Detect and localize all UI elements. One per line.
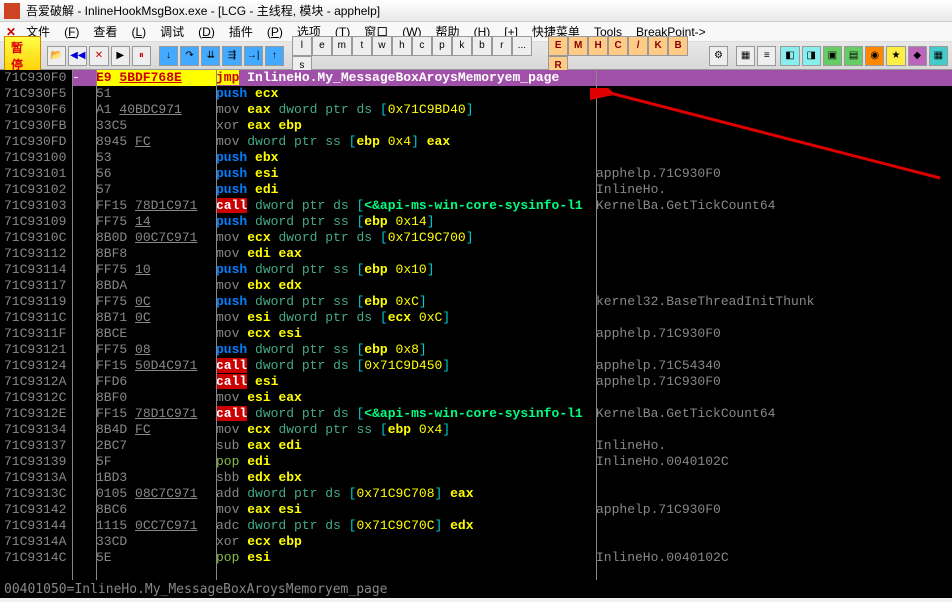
asm-row[interactable]: 71C9313C 0105 08C7C971add dword ptr ds:[… (0, 486, 952, 502)
asm-row[interactable]: 71C930F6 A1 40BDC971mov eax,dword ptr ds… (0, 102, 952, 118)
panel-4[interactable]: ▤ (844, 46, 863, 66)
pause-button[interactable]: ⏸ (132, 46, 151, 66)
view-b[interactable]: b (472, 36, 492, 56)
k-K[interactable]: K (648, 36, 668, 56)
panel-5[interactable]: ◉ (865, 46, 884, 66)
status-text: 00401050=InlineHo.My_MessageBoxAroysMemo… (4, 582, 388, 597)
view-l[interactable]: l (292, 36, 312, 56)
asm-row[interactable]: 71C9311C 8B71 0Cmov esi,dword ptr ds:[ec… (0, 310, 952, 326)
disassembly-view[interactable]: 71C930F0-E9 5BDF768Ejmp InlineHo.My_Mess… (0, 70, 952, 580)
asm-row[interactable]: 71C93139 5Fpop ediInlineHo.0040102C (0, 454, 952, 470)
k-E[interactable]: E (548, 36, 568, 56)
k-B[interactable]: B (668, 36, 688, 56)
view-c[interactable]: c (412, 36, 432, 56)
asm-row[interactable]: 71C93121 FF75 08push dword ptr ss:[ebp+0… (0, 342, 952, 358)
view-h[interactable]: h (392, 36, 412, 56)
asm-row[interactable]: 71C93119 FF75 0Cpush dword ptr ss:[ebp+0… (0, 294, 952, 310)
open-button[interactable]: 📂 (47, 46, 66, 66)
settings-button[interactable]: ⚙ (709, 46, 728, 66)
step-into-button[interactable]: ↓ (159, 46, 178, 66)
view-r[interactable]: r (492, 36, 512, 56)
view-w[interactable]: w (372, 36, 392, 56)
tool-2[interactable]: ≡ (757, 46, 776, 66)
asm-row[interactable]: 71C930FB 33C5xor eax,ebp (0, 118, 952, 134)
asm-row[interactable]: 71C9312C 8BF0mov esi,eax (0, 390, 952, 406)
panel-6[interactable]: ★ (886, 46, 905, 66)
view-e[interactable]: e (312, 36, 332, 56)
toolbar: 暂停 📂 ◀◀ ✕ ▶ ⏸ ↓ ↷ ⇊ ⇶ →| ↑ lemtwhcpkbr..… (0, 42, 952, 70)
view-m[interactable]: m (332, 36, 352, 56)
asm-row[interactable]: 71C93101 56push esiapphelp.71C930F0 (0, 166, 952, 182)
asm-row[interactable]: 71C930FD 8945 FCmov dword ptr ss:[ebp-0x… (0, 134, 952, 150)
trace-over-button[interactable]: ⇶ (222, 46, 241, 66)
view-p[interactable]: p (432, 36, 452, 56)
asm-row[interactable]: 71C93109 FF75 14push dword ptr ss:[ebp+0… (0, 214, 952, 230)
execute-till-button[interactable]: →| (244, 46, 263, 66)
asm-row[interactable]: 71C93114 FF75 10push dword ptr ss:[ebp+0… (0, 262, 952, 278)
restart-button[interactable]: ◀◀ (68, 46, 87, 66)
asm-row[interactable]: 71C9312E FF15 78D1C971call dword ptr ds:… (0, 406, 952, 422)
app-icon (4, 3, 20, 19)
window-title: 吾爱破解 - InlineHookMsgBox.exe - [LCG - 主线程… (26, 2, 380, 19)
k-/[interactable]: / (628, 36, 648, 56)
asm-row[interactable]: 71C93144 1115 0CC7C971adc dword ptr ds:[… (0, 518, 952, 534)
asm-row[interactable]: 71C9310C 8B0D 00C7C971mov ecx,dword ptr … (0, 230, 952, 246)
tool-1[interactable]: ▦ (736, 46, 755, 66)
k-C[interactable]: C (608, 36, 628, 56)
asm-row[interactable]: 71C93134 8B4D FCmov ecx,dword ptr ss:[eb… (0, 422, 952, 438)
step-over-button[interactable]: ↷ (180, 46, 199, 66)
asm-row[interactable]: 71C9311F 8BCEmov ecx,esiapphelp.71C930F0 (0, 326, 952, 342)
asm-row[interactable]: 71C930F0-E9 5BDF768Ejmp InlineHo.My_Mess… (0, 70, 952, 86)
asm-row[interactable]: 71C93117 8BDAmov ebx,edx (0, 278, 952, 294)
asm-row[interactable]: 71C93103 FF15 78D1C971call dword ptr ds:… (0, 198, 952, 214)
trace-into-button[interactable]: ⇊ (201, 46, 220, 66)
panel-8[interactable]: ▦ (929, 46, 948, 66)
asm-row[interactable]: 71C9314A 33CDxor ecx,ebp (0, 534, 952, 550)
k-M[interactable]: M (568, 36, 588, 56)
panel-3[interactable]: ▣ (823, 46, 842, 66)
asm-row[interactable]: 71C93102 57push ediInlineHo. (0, 182, 952, 198)
asm-row[interactable]: 71C93112 8BF8mov edi,eax (0, 246, 952, 262)
panel-7[interactable]: ◆ (908, 46, 927, 66)
k-H[interactable]: H (588, 36, 608, 56)
view-...[interactable]: ... (512, 36, 532, 56)
asm-row[interactable]: 71C9313A 1BD3sbb edx,ebx (0, 470, 952, 486)
menu-debug[interactable]: 调试(D) (160, 23, 215, 40)
menu-view[interactable]: 查看(L) (93, 23, 146, 40)
view-k[interactable]: k (452, 36, 472, 56)
menu-plugin[interactable]: 插件(P) (229, 23, 283, 40)
asm-row[interactable]: 71C93137 2BC7sub eax,ediInlineHo. (0, 438, 952, 454)
asm-row[interactable]: 71C9314C 5Epop esiInlineHo.0040102C (0, 550, 952, 566)
asm-row[interactable]: 71C93100 53push ebx (0, 150, 952, 166)
panel-1[interactable]: ◧ (780, 46, 799, 66)
asm-row[interactable]: 71C9312A FFD6call esiapphelp.71C930F0 (0, 374, 952, 390)
asm-row[interactable]: 71C93124 FF15 50D4C971call dword ptr ds:… (0, 358, 952, 374)
close-button[interactable]: ✕ (89, 46, 108, 66)
asm-row[interactable]: 71C93142 8BC6mov eax,esiapphelp.71C930F0 (0, 502, 952, 518)
run-button[interactable]: ▶ (111, 46, 130, 66)
status-bar: 00401050=InlineHo.My_MessageBoxAroysMemo… (0, 580, 952, 598)
view-t[interactable]: t (352, 36, 372, 56)
panel-2[interactable]: ◨ (802, 46, 821, 66)
asm-row[interactable]: 71C930F5 51push ecx (0, 86, 952, 102)
return-button[interactable]: ↑ (265, 46, 284, 66)
